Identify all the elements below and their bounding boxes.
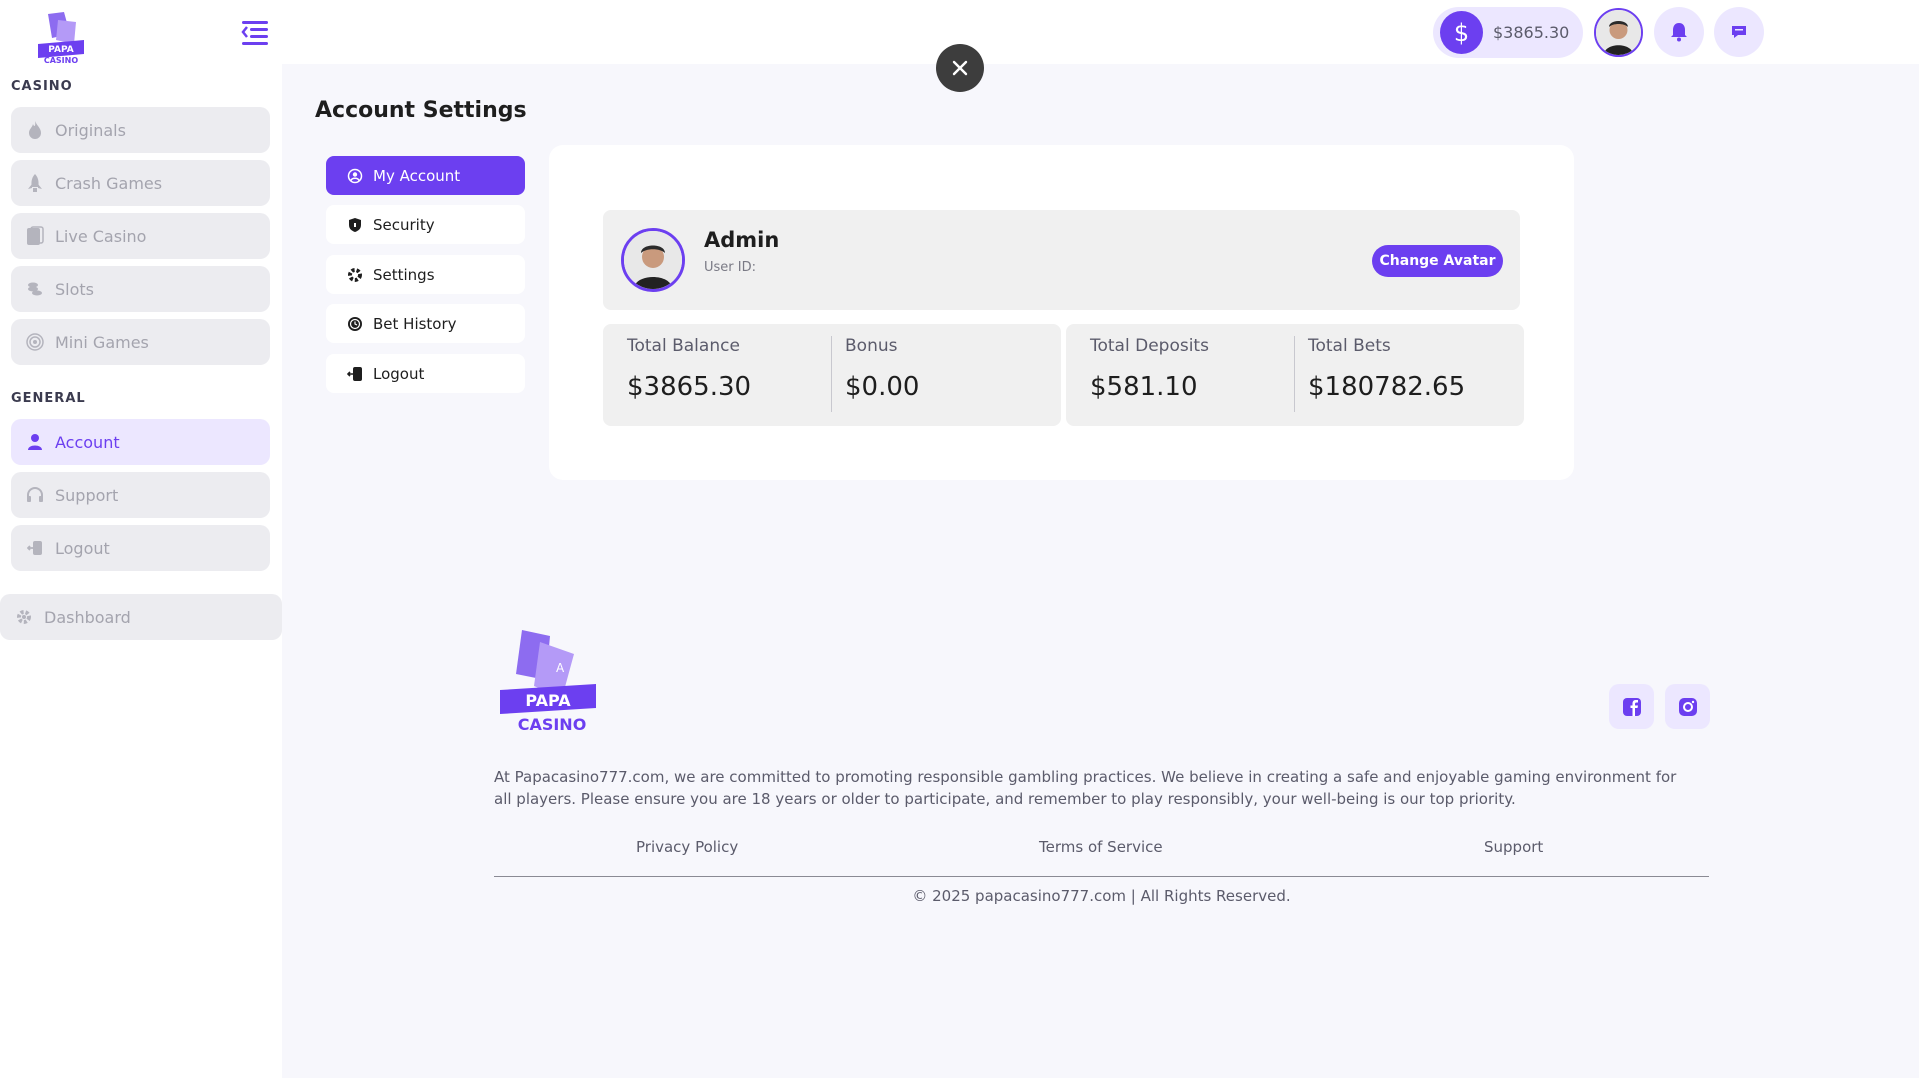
cards-icon (25, 226, 45, 246)
tab-label: Settings (373, 265, 435, 284)
user-circle-icon (347, 168, 363, 184)
stat-value: $0.00 (845, 372, 920, 402)
profile-box: Admin User ID: Change Avatar (603, 210, 1520, 310)
headset-icon (25, 485, 45, 505)
account-card (549, 145, 1574, 480)
sidebar-item-crash-games[interactable]: Crash Games (11, 160, 270, 206)
sidebar-item-label: Dashboard (44, 607, 131, 627)
general-section-title: GENERAL (11, 391, 86, 406)
sidebar-item-dashboard[interactable]: Dashboard (0, 594, 282, 640)
sidebar-item-mini-games[interactable]: Mini Games (11, 319, 270, 365)
page-title: Account Settings (315, 98, 527, 123)
stat-value: $180782.65 (1308, 372, 1466, 402)
avatar-image (1596, 10, 1641, 55)
gear-icon (14, 607, 34, 627)
svg-text:PAPA: PAPA (525, 691, 571, 710)
flame-icon (25, 120, 45, 140)
responsible-gambling-text: At Papacasino777.com, we are committed t… (494, 768, 1677, 808)
sidebar-item-account[interactable]: Account (11, 419, 270, 465)
footer-divider (494, 876, 1709, 877)
close-icon (952, 60, 968, 76)
terms-of-service-link[interactable]: Terms of Service (1039, 838, 1163, 856)
svg-text:PAPA: PAPA (48, 45, 74, 55)
stat-divider (1294, 336, 1295, 412)
sidebar-item-label: Account (55, 432, 120, 452)
profile-avatar (621, 228, 685, 292)
tab-logout[interactable]: Logout (326, 354, 525, 393)
svg-text:CASINO: CASINO (518, 715, 587, 734)
svg-text:A: A (556, 661, 565, 675)
change-avatar-button[interactable]: Change Avatar (1372, 245, 1503, 277)
sidebar-item-label: Mini Games (55, 332, 149, 352)
gear-icon (347, 267, 363, 283)
sidebar-item-label: Slots (55, 279, 94, 299)
stat-value: $581.10 (1090, 372, 1198, 402)
stat-label: Total Balance (627, 336, 740, 356)
coins-icon (25, 279, 45, 299)
tab-label: Bet History (373, 314, 457, 333)
sidebar-item-live-casino[interactable]: Live Casino (11, 213, 270, 259)
shield-icon (347, 217, 363, 233)
avatar-image (624, 231, 682, 289)
stat-label: Total Bets (1308, 336, 1391, 356)
stat-value: $3865.30 (627, 372, 752, 402)
copyright-text: © 2025 papacasino777.com | All Rights Re… (912, 887, 1291, 905)
tab-label: Security (373, 215, 435, 234)
tab-my-account[interactable]: My Account (326, 156, 525, 195)
menu-toggle-button[interactable] (240, 18, 270, 46)
casino-section-title: CASINO (11, 79, 73, 94)
sidebar-item-support[interactable]: Support (11, 472, 270, 518)
chat-icon (1732, 26, 1746, 38)
stat-label: Bonus (845, 336, 898, 356)
tab-security[interactable]: Security (326, 205, 525, 244)
papa-casino-logo[interactable]: PAPA CASINO (34, 10, 88, 66)
stat-divider (831, 336, 832, 412)
facebook-button[interactable] (1609, 684, 1654, 729)
sidebar-item-label: Logout (55, 538, 110, 558)
history-icon (347, 316, 363, 332)
facebook-icon (1622, 697, 1641, 716)
sidebar: PAPA CASINO CASINO Originals Crash Games… (0, 0, 282, 1078)
chat-button[interactable] (1714, 7, 1764, 57)
support-link[interactable]: Support (1484, 838, 1543, 856)
profile-name: Admin (704, 228, 780, 252)
sidebar-item-logout[interactable]: Logout (11, 525, 270, 571)
stats-group-balance: Total Balance $3865.30 Bonus $0.00 (603, 324, 1061, 426)
sidebar-item-label: Live Casino (55, 226, 147, 246)
user-id-label: User ID: (704, 260, 756, 275)
stat-label: Total Deposits (1090, 336, 1209, 356)
menu-collapse-icon (241, 21, 268, 45)
papa-casino-footer-logo: A PAPA CASINO (500, 630, 596, 734)
rocket-icon (25, 173, 45, 193)
tab-label: Logout (373, 364, 425, 383)
privacy-policy-link[interactable]: Privacy Policy (636, 838, 738, 856)
user-icon (25, 432, 45, 452)
target-icon (25, 332, 45, 352)
balance-pill[interactable]: $ $3865.30 (1433, 7, 1583, 58)
notifications-button[interactable] (1654, 7, 1704, 57)
tab-settings[interactable]: Settings (326, 255, 525, 294)
header-balance: $3865.30 (1493, 23, 1570, 42)
instagram-button[interactable] (1665, 684, 1710, 729)
sidebar-item-slots[interactable]: Slots (11, 266, 270, 312)
dollar-icon: $ (1440, 11, 1483, 54)
header-avatar[interactable] (1594, 8, 1643, 57)
logout-icon (25, 538, 45, 558)
svg-text:CASINO: CASINO (44, 56, 78, 65)
bell-icon (1671, 23, 1687, 42)
tab-label: My Account (373, 166, 461, 185)
sidebar-item-label: Crash Games (55, 173, 163, 193)
logout-icon (347, 366, 363, 382)
sidebar-item-originals[interactable]: Originals (11, 107, 270, 153)
instagram-icon (1678, 697, 1697, 716)
tab-bet-history[interactable]: Bet History (326, 304, 525, 343)
stats-group-activity: Total Deposits $581.10 Total Bets $18078… (1066, 324, 1524, 426)
sidebar-item-label: Originals (55, 120, 126, 140)
close-button[interactable] (936, 44, 984, 92)
sidebar-item-label: Support (55, 485, 119, 505)
